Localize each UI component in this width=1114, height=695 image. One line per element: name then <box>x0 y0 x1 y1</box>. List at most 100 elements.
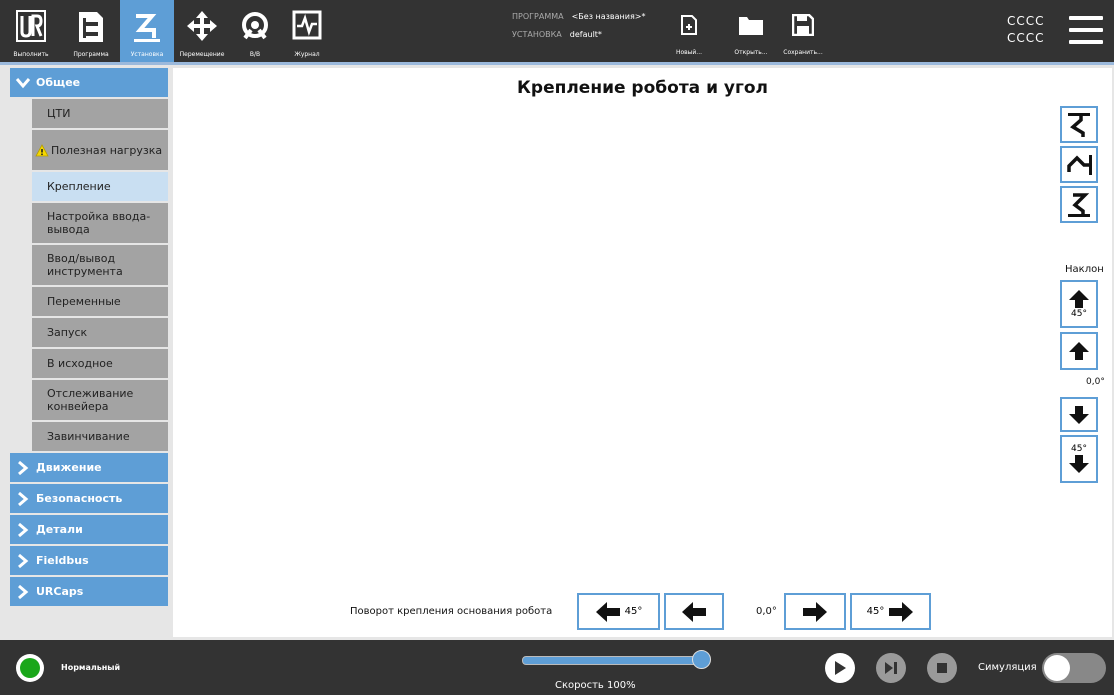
speed-text: Скорость 100% <box>555 680 636 691</box>
sidebar-section-safety[interactable]: Безопасность <box>10 484 168 513</box>
io-icon <box>242 12 268 40</box>
arrow-up-icon <box>1069 290 1089 308</box>
sidebar-item-mounting[interactable]: Крепление <box>32 172 168 201</box>
tilt-down-45-button[interactable]: 45° <box>1060 435 1098 483</box>
sidebar-section-label: Fieldbus <box>36 554 89 567</box>
rotate-left-button[interactable] <box>664 593 724 630</box>
rotate-right-45-button[interactable]: 45° <box>850 593 931 630</box>
ceiling-mount-robot-icon <box>1068 112 1090 137</box>
sidebar-item-io-setup[interactable]: Настройка ввода-вывода <box>32 203 168 243</box>
program-label: ПРОГРАММА <box>512 12 564 21</box>
sidebar-item-label: Переменные <box>47 295 121 308</box>
stop-button[interactable] <box>927 653 957 683</box>
sidebar-section-features[interactable]: Детали <box>10 515 168 544</box>
play-button[interactable] <box>825 653 855 683</box>
robot-status-text: Нормальный <box>61 663 121 672</box>
sidebar-item-tcp[interactable]: ЦТИ <box>32 99 168 128</box>
play-icon <box>835 661 846 675</box>
log-tab[interactable]: Журнал <box>280 0 334 62</box>
chevron-down-icon <box>15 77 31 88</box>
status-indicator-icon[interactable] <box>16 654 44 682</box>
top-toolbar: Выполнить Программа Установка Перемещени… <box>0 0 1114 65</box>
tilt-down-button[interactable] <box>1060 397 1098 432</box>
simulation-toggle[interactable] <box>1042 653 1106 683</box>
rotate-left-45-button[interactable]: 45° <box>577 593 660 630</box>
sidebar-item-label: В исходное <box>47 357 113 370</box>
speed-slider[interactable] <box>522 656 704 665</box>
stop-icon <box>937 663 947 673</box>
open-label: Открыть... <box>734 49 768 56</box>
user-id-line2: CCCC <box>1007 31 1045 45</box>
sidebar-item-home[interactable]: В исходное <box>32 349 168 378</box>
program-tab[interactable]: Программа <box>62 0 120 62</box>
sidebar-item-label: Крепление <box>47 180 111 193</box>
rotation-value: 0,0° <box>756 606 777 617</box>
folder-icon <box>739 17 763 35</box>
move-arrows-icon <box>187 11 217 41</box>
arrow-down-icon <box>1069 405 1089 424</box>
arrow-right-icon <box>803 601 827 622</box>
speed-slider-handle[interactable] <box>692 650 711 669</box>
sidebar-section-label: URCaps <box>36 585 84 598</box>
rotate-right-45-label: 45° <box>866 606 885 617</box>
io-tab[interactable]: В/В <box>230 0 280 62</box>
chevron-right-icon <box>18 522 29 537</box>
hamburger-menu-icon[interactable] <box>1069 16 1103 44</box>
sidebar-section-general[interactable]: Общее <box>10 68 168 97</box>
tilt-up-45-label: 45° <box>1071 309 1087 319</box>
sidebar-section-motion[interactable]: Движение <box>10 453 168 482</box>
sidebar-item-conveyor-tracking[interactable]: Отслеживание конвейера <box>32 380 168 420</box>
save-button[interactable]: Сохранить... <box>778 0 828 62</box>
ceiling-mount-button[interactable] <box>1060 106 1098 143</box>
sidebar-item-startup[interactable]: Запуск <box>32 318 168 347</box>
move-tab[interactable]: Перемещение <box>174 0 230 62</box>
user-id-line1: CCCC <box>1007 14 1045 28</box>
sidebar-item-label: Запуск <box>47 326 88 339</box>
arrow-down-icon <box>1069 455 1089 473</box>
ur-logo-icon <box>16 10 46 42</box>
sidebar-section-urcaps[interactable]: URCaps <box>10 577 168 606</box>
sidebar-section-label: Детали <box>36 523 83 536</box>
wall-mount-button[interactable] <box>1060 146 1098 183</box>
arrow-up-icon <box>1069 342 1089 360</box>
wall-mount-robot-icon <box>1067 154 1092 175</box>
open-button[interactable]: Открыть... <box>731 0 771 62</box>
chevron-right-icon <box>18 584 29 599</box>
sidebar-section-label: Общее <box>36 76 81 89</box>
program-info: ПРОГРАММА <Без названия>* УСТАНОВКА defaul… <box>512 12 645 48</box>
sidebar-item-label: Завинчивание <box>47 430 130 443</box>
log-pulse-icon <box>292 10 322 40</box>
sidebar-section-label: Движение <box>36 461 102 474</box>
tilt-up-45-button[interactable]: 45° <box>1060 280 1098 328</box>
installation-tab[interactable]: Установка <box>120 0 174 62</box>
program-icon <box>79 12 103 42</box>
bottom-bar: Нормальный Скорость 100% Симуляция <box>0 640 1114 695</box>
save-label: Сохранить... <box>783 49 823 56</box>
rotation-label: Поворот крепления основания робота <box>350 606 553 617</box>
run-tab[interactable]: Выполнить <box>0 0 62 62</box>
sidebar-item-variables[interactable]: Переменные <box>32 287 168 316</box>
installation-label: УСТАНОВКА <box>512 30 562 39</box>
arrow-left-icon <box>682 601 706 622</box>
sidebar-item-screwdriving[interactable]: Завинчивание <box>32 422 168 451</box>
new-file-button[interactable]: Новый... <box>674 0 704 62</box>
step-icon <box>885 662 897 674</box>
floor-mount-button[interactable] <box>1060 186 1098 223</box>
sidebar-item-label: ЦТИ <box>47 107 71 120</box>
sidebar-section-fieldbus[interactable]: Fieldbus <box>10 546 168 575</box>
sidebar-section-label: Безопасность <box>36 492 123 505</box>
sidebar-item-label: Настройка ввода-вывода <box>47 210 151 236</box>
floor-mount-robot-icon <box>1068 192 1090 217</box>
log-tab-label: Журнал <box>294 51 320 58</box>
rotate-right-button[interactable] <box>784 593 846 630</box>
sidebar-item-tool-io[interactable]: Ввод/вывод инструмента <box>32 245 168 285</box>
io-tab-label: В/В <box>249 51 261 58</box>
warning-icon <box>34 143 49 156</box>
sidebar-item-payload[interactable]: Полезная нагрузка <box>32 130 168 170</box>
step-button[interactable] <box>876 653 906 683</box>
sidebar: Общее ЦТИ Полезная нагрузка Крепление На… <box>10 68 168 608</box>
tilt-up-button[interactable] <box>1060 332 1098 370</box>
new-file-label: Новый... <box>675 49 703 56</box>
installation-tab-label: Установка <box>130 51 164 58</box>
simulation-label: Симуляция <box>978 662 1037 673</box>
